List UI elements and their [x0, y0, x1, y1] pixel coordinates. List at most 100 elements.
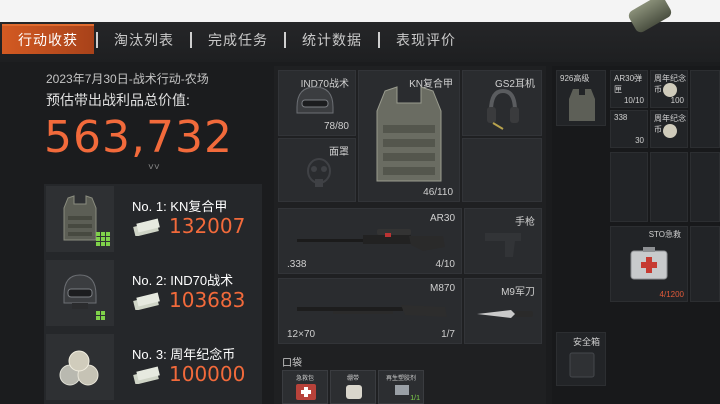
armor-durability: 46/110 [423, 187, 453, 198]
tab-stats[interactable]: 统计数据 [288, 26, 376, 54]
mask-label: 面罩 [329, 147, 349, 158]
top-item-value: 132007 [169, 214, 246, 238]
top-item-row[interactable]: No. 2: IND70战术 103683 [44, 258, 262, 328]
melee-slot[interactable]: M9军刀 [464, 278, 542, 344]
knife-icon [477, 310, 533, 318]
chevron-down-icon[interactable]: ˅˅ [148, 162, 160, 173]
secondary-weapon-slot[interactable]: M870 12×70 1/7 [278, 278, 462, 344]
item-count: 10/10 [623, 96, 644, 105]
primary-ammo-count: 4/10 [435, 259, 455, 270]
backpack-item[interactable]: AR30弹匣 10/10 [610, 70, 648, 108]
empty-cell[interactable] [690, 226, 720, 302]
tab-divider [190, 32, 192, 48]
pocket-item-label: 急救包 [295, 376, 314, 382]
vest-icon [376, 86, 442, 182]
tab-evaluation[interactable]: 表现评价 [382, 26, 470, 54]
vest-icon [46, 186, 114, 252]
secondary-ammo-count: 1/7 [441, 329, 455, 340]
empty-cell[interactable] [690, 70, 720, 148]
pistol-slot[interactable]: 手枪 [464, 208, 542, 274]
helmet-icon [296, 86, 334, 114]
empty-cell[interactable] [610, 152, 648, 222]
backpack-item[interactable]: 338 30 [610, 110, 648, 148]
rarity-pips [96, 232, 110, 246]
cash-icon [133, 218, 160, 236]
gas-mask-icon [307, 158, 331, 187]
empty-cell[interactable] [690, 152, 720, 222]
pocket-item-label: 绷带 [346, 376, 359, 382]
pistol-label: 手枪 [515, 217, 535, 228]
bandage-icon [346, 385, 362, 399]
top-bar: 行动收获 淘汰列表 完成任务 统计数据 表现评价 [0, 0, 720, 62]
secondary-ammo-type: 12×70 [287, 329, 316, 340]
pistol-icon [485, 233, 521, 257]
item-label: 338 [614, 113, 628, 122]
summary-panel: 2023年7月30日-战术行动-农场 预估带出战利品总价值: 563,732 ˅… [0, 62, 272, 404]
item-count: 30 [635, 136, 644, 145]
helmet-icon [46, 260, 114, 326]
rig-slot[interactable]: 926高级 [556, 70, 606, 126]
secondary-weapon-label: M870 [429, 283, 455, 294]
medkit-case-icon [630, 247, 668, 280]
top-item-name: No. 2: IND70战术 [132, 273, 234, 288]
pocket-item-count: 1/1 [410, 395, 420, 402]
item-label: STO急救 [648, 230, 681, 239]
primary-weapon-slot[interactable]: AR30 .338 4/10 [278, 208, 462, 274]
armor-slot[interactable]: KN复合甲 46/110 [358, 70, 460, 202]
helmet-slot[interactable]: IND70战术 78/80 [278, 70, 356, 136]
top-item-row[interactable]: No. 3: 周年纪念币 100000 [44, 332, 262, 402]
primary-weapon-label: AR30 [429, 213, 455, 224]
tab-divider [284, 32, 286, 48]
top-item-value: 103683 [169, 288, 246, 312]
backpack-panel: 926高级 AR30弹匣 10/10 周年纪念币 100 338 30 周年纪念… [552, 66, 720, 404]
tab-divider [378, 32, 380, 48]
safe-box-label: 安全箱 [573, 337, 601, 347]
tab-bar: 行动收获 淘汰列表 完成任务 统计数据 表现评价 [0, 24, 470, 54]
tab-tasks[interactable]: 完成任务 [194, 26, 282, 54]
primary-ammo-type: .338 [287, 259, 307, 270]
melee-label: M9军刀 [501, 287, 535, 298]
top-item-name: No. 3: 周年纪念币 [132, 347, 236, 362]
empty-cell[interactable] [650, 152, 688, 222]
helmet-durability: 78/80 [323, 121, 349, 132]
estimate-label: 预估带出战利品总价值: [46, 92, 190, 108]
top-items-list: No. 1: KN复合甲 132007 No. 2: IND70战术 10368… [44, 184, 262, 404]
cash-icon [133, 292, 160, 310]
total-value: 563,732 [44, 112, 233, 163]
item-count: 100 [670, 96, 684, 105]
equipment-panel: IND70战术 78/80 面罩 KN复合甲 46/110 GS2耳机 AR30… [274, 66, 546, 404]
coins-icon [46, 334, 114, 400]
safe-box-slot[interactable]: 安全箱 [556, 332, 606, 386]
item-count: 4/1200 [659, 290, 684, 299]
top-item-value: 100000 [169, 362, 246, 386]
chest-rig-icon [569, 89, 595, 121]
tab-divider [96, 32, 98, 48]
top-item-row[interactable]: No. 1: KN复合甲 132007 [44, 184, 262, 254]
headset-slot[interactable]: GS2耳机 [462, 70, 542, 136]
sniper-rifle-icon [297, 229, 445, 251]
top-item-name: No. 1: KN复合甲 [132, 199, 228, 214]
tab-loot[interactable]: 行动收获 [2, 24, 94, 54]
tab-eliminations[interactable]: 淘汰列表 [100, 26, 188, 54]
backpack-item[interactable]: 周年纪念币 [650, 110, 688, 148]
pocket-slot[interactable]: 急救包 [282, 370, 328, 404]
safe-box-icon [569, 352, 595, 378]
rig-label: 926高级 [560, 74, 590, 83]
empty-slot[interactable] [462, 138, 542, 202]
coin-icon [663, 124, 677, 138]
pocket-label: 口袋 [282, 358, 302, 369]
backpack-item[interactable]: 周年纪念币 100 [650, 70, 688, 108]
backpack-item[interactable]: STO急救 4/1200 [610, 226, 688, 302]
pocket-slot[interactable]: 绷带 [330, 370, 376, 404]
match-date-map: 2023年7月30日-战术行动-农场 [46, 72, 209, 86]
bullet-icon [626, 0, 674, 35]
rarity-pips [96, 311, 110, 320]
cash-icon [133, 366, 160, 384]
pocket-item-label: 再生塑胶剂 [385, 376, 416, 382]
plastic-tube-icon [395, 385, 409, 395]
shotgun-icon [297, 305, 447, 317]
mask-slot[interactable]: 面罩 [278, 138, 356, 202]
first-aid-kit-icon [296, 384, 316, 400]
pocket-slot[interactable]: 再生塑胶剂 1/1 [378, 370, 424, 404]
headset-icon [487, 88, 519, 130]
